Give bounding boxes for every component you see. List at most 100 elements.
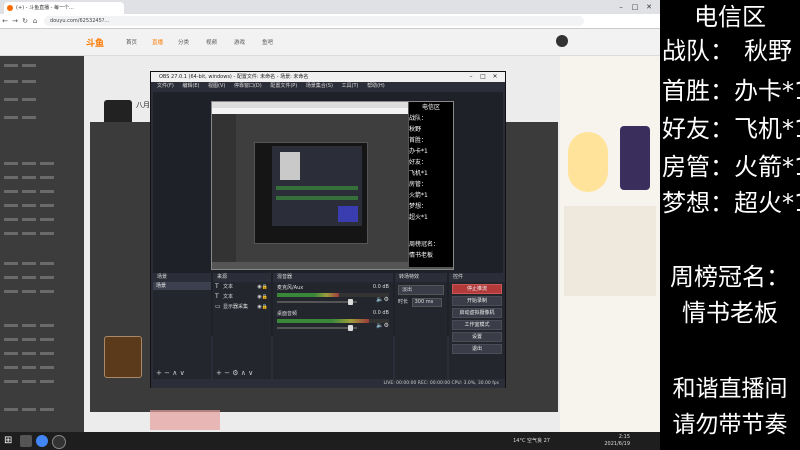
channel-db: 0.0 dB (372, 310, 389, 316)
transition-duration-row: 时长 300 ms (398, 298, 444, 307)
preview-line-value: 办卡*1 (409, 148, 428, 155)
maximize-icon[interactable]: □ (628, 0, 642, 14)
controls-dock-title: 控件 (449, 273, 505, 282)
promo-banner[interactable] (620, 126, 650, 190)
obs-maximize-icon[interactable]: □ (477, 72, 489, 82)
virtual-camera-button[interactable]: 启动虚拟摄像机 (452, 308, 502, 318)
obs-close-icon[interactable]: ✕ (489, 72, 501, 82)
system-clock[interactable]: 2:15 2021/6/19 (604, 434, 630, 448)
source-item[interactable]: T 文本 ◉🔒 (213, 282, 271, 292)
obs-icon[interactable] (52, 435, 66, 449)
gear-icon[interactable]: ⚙ (232, 369, 238, 377)
visibility-icon[interactable]: ◉🔒 (257, 302, 268, 312)
nested-desktop (212, 102, 408, 262)
overlay-line-label: 好友： (662, 115, 734, 143)
forward-icon[interactable]: → (10, 14, 20, 28)
close-icon[interactable]: ✕ (642, 0, 656, 14)
studio-mode-button[interactable]: 工作室模式 (452, 320, 502, 330)
back-icon[interactable]: ← (0, 14, 10, 28)
nav-live[interactable]: 直播 (152, 38, 163, 46)
nav-home[interactable]: 首页 (126, 38, 137, 46)
start-recording-button[interactable]: 开始录制 (452, 296, 502, 306)
visibility-icon[interactable]: ◉🔒 (257, 292, 268, 302)
add-icon[interactable]: + (156, 369, 162, 377)
transitions-dock-title: 转场特效 (395, 273, 447, 282)
mixer-channel: 桌面音频 0.0 dB 🔈⚙ (273, 308, 393, 334)
minimize-icon[interactable]: – (614, 0, 628, 14)
search-icon[interactable] (20, 435, 32, 447)
overlay-region: 电信区 (694, 3, 766, 31)
home-icon[interactable]: ⌂ (30, 14, 40, 28)
user-avatar[interactable] (556, 35, 568, 47)
overlay-line-value: 飞机*1 (734, 115, 800, 143)
overlay-line: 梦想：超火*1 (662, 188, 800, 218)
menu-scene-collection[interactable]: 场景集合(S) (306, 83, 333, 89)
transition-select[interactable]: 淡出 (398, 285, 444, 295)
nav-video[interactable]: 视频 (206, 38, 217, 46)
settings-button[interactable]: 设置 (452, 332, 502, 342)
menu-file[interactable]: 文件(F) (157, 83, 174, 89)
speaker-gear-icon[interactable]: 🔈⚙ (376, 296, 389, 303)
menu-view[interactable]: 视图(V) (208, 83, 225, 89)
menu-docks[interactable]: 停靠窗口(D) (234, 83, 262, 89)
remove-icon[interactable]: − (164, 369, 170, 377)
nav-game[interactable]: 游戏 (234, 38, 245, 46)
stop-streaming-button[interactable]: 停止推流 (452, 284, 502, 294)
overlay-notice-line1: 和谐直播间 (672, 376, 788, 402)
browser-window-controls: – □ ✕ (614, 0, 656, 14)
scenes-dock: 场景 场景 + − ∧ ∨ (153, 273, 211, 379)
controls-dock: 控件 停止推流 开始录制 启动虚拟摄像机 工作室模式 设置 退出 (449, 273, 505, 379)
move-up-icon[interactable]: ∧ (172, 369, 177, 377)
move-down-icon[interactable]: ∨ (248, 369, 253, 377)
tab-strip: (+) - 斗鱼直播 - 每一个... – □ ✕ (0, 0, 660, 14)
overlay-line: 首胜：办卡*1 (662, 76, 800, 106)
nav-category[interactable]: 分类 (178, 38, 189, 46)
scene-item[interactable]: 场景 (153, 282, 211, 290)
weather-widget[interactable]: 14°C 空气良 27 (513, 437, 550, 444)
obs-minimize-icon[interactable]: – (465, 72, 477, 82)
overlay-line-value: 超火*1 (734, 189, 800, 217)
streamer-name[interactable]: 八月 (136, 100, 150, 110)
mixer-channel: 麦克风/Aux 0.0 dB 🔈⚙ (273, 282, 393, 308)
preview-region: 电信区 (421, 104, 440, 111)
overlay-line-label: 首胜： (662, 77, 734, 105)
url-input[interactable]: douyu.com/6253245?... (44, 16, 584, 26)
browser-tab[interactable]: (+) - 斗鱼直播 - 每一个... (4, 2, 124, 14)
overlay-line-label: 房管： (662, 153, 734, 181)
sources-dock: 来源 T 文本 ◉🔒 T 文本 ◉🔒 ▭ 显示器采集 ◉🔒 + − ⚙ ∧ ∨ (213, 273, 271, 379)
menu-profile[interactable]: 配置文件(P) (270, 83, 297, 89)
move-down-icon[interactable]: ∨ (180, 369, 185, 377)
duration-input[interactable]: 300 ms (411, 298, 442, 307)
preview-overlay-text: 电信区 战队： 秋野 首胜： 办卡*1 好友： 飞机*1 房管： 火箭*1 梦想： 超火*… (409, 102, 453, 297)
exit-button[interactable]: 退出 (452, 344, 502, 354)
preview-canvas[interactable]: 电信区 战队： 秋野 首胜： 办卡*1 好友： 飞机*1 房管： 火箭*1 梦想： 超火*… (211, 101, 454, 297)
gift-card[interactable] (104, 336, 142, 378)
source-item[interactable]: T 文本 ◉🔒 (213, 292, 271, 302)
menu-help[interactable]: 帮助(H) (367, 83, 385, 89)
menu-edit[interactable]: 编辑(E) (182, 83, 199, 89)
preview-line-value: 飞机*1 (409, 170, 428, 177)
nav-yuba[interactable]: 鱼吧 (262, 38, 273, 46)
site-logo[interactable]: 斗鱼 (86, 36, 104, 49)
obs-menu-bar: 文件(F) 编辑(E) 视图(V) 停靠窗口(D) 配置文件(P) 场景集合(S… (151, 82, 505, 91)
remove-icon[interactable]: − (224, 369, 230, 377)
visibility-icon[interactable]: ◉🔒 (257, 282, 268, 292)
mascot-image (568, 132, 608, 192)
chrome-icon[interactable] (36, 435, 48, 447)
chat-messages (564, 206, 656, 296)
menu-tools[interactable]: 工具(T) (342, 83, 359, 89)
volume-slider[interactable] (277, 299, 357, 305)
preview-line-value: 火箭*1 (409, 192, 428, 199)
chat-panel (560, 56, 660, 432)
sources-toolbar: + − ⚙ ∧ ∨ (216, 369, 253, 377)
move-up-icon[interactable]: ∧ (241, 369, 246, 377)
speaker-gear-icon[interactable]: 🔈⚙ (376, 322, 389, 329)
windows-start-icon[interactable]: ⊞ (4, 435, 12, 447)
bottom-promo[interactable] (150, 410, 220, 430)
reload-icon[interactable]: ↻ (20, 14, 30, 28)
volume-slider[interactable] (277, 325, 357, 331)
add-icon[interactable]: + (216, 369, 222, 377)
source-item[interactable]: ▭ 显示器采集 ◉🔒 (213, 302, 271, 312)
channel-db: 0.0 dB (372, 284, 389, 290)
audio-mixer-dock: 混音器 麦克风/Aux 0.0 dB 🔈⚙ 桌面音频 0.0 dB 🔈⚙ (273, 273, 393, 379)
